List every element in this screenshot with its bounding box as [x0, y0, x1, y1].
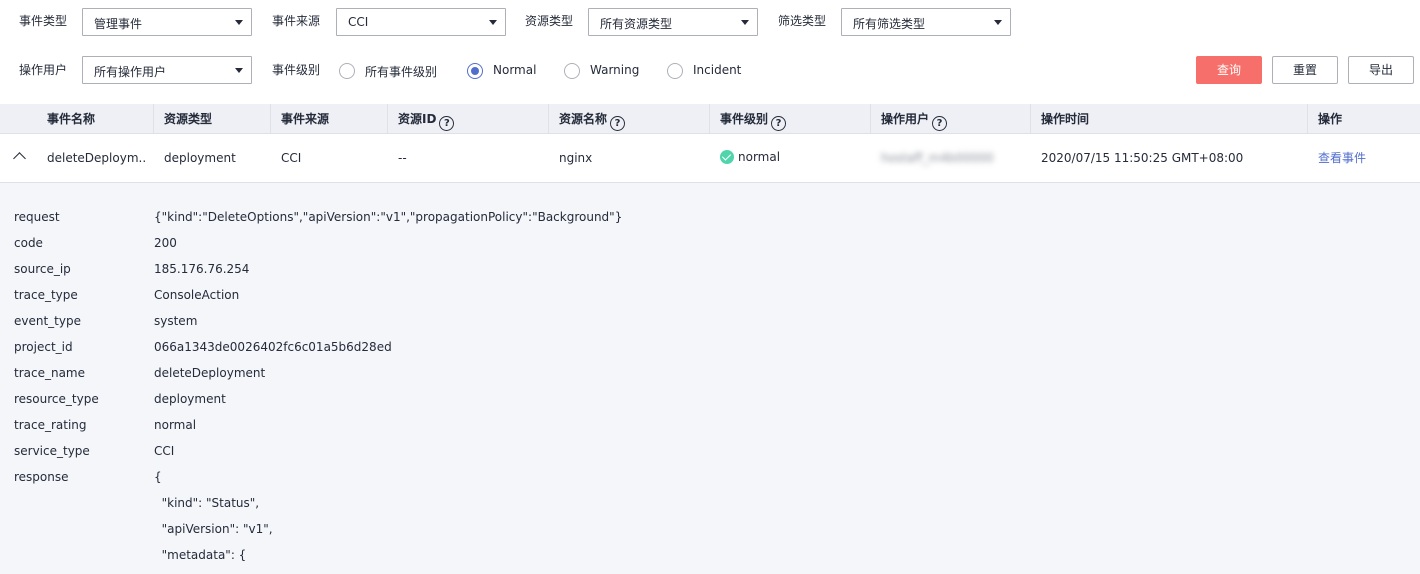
detail-value: ConsoleAction	[154, 288, 240, 302]
filter-type-select[interactable]: 所有筛选类型	[841, 8, 1011, 36]
detail-key: resource_type	[14, 392, 99, 406]
detail-value: deleteDeployment	[154, 366, 266, 380]
check-circle-icon	[720, 150, 734, 164]
cell-event-source: CCI	[281, 151, 302, 165]
detail-key: trace_rating	[14, 418, 87, 432]
event-source-value: CCI	[348, 15, 369, 29]
col-resource-id: 资源ID?	[387, 104, 548, 134]
event-type-select[interactable]: 管理事件	[82, 8, 252, 36]
export-button[interactable]: 导出	[1348, 56, 1414, 84]
col-time: 操作时间	[1030, 104, 1307, 134]
filter-type-value: 所有筛选类型	[853, 17, 926, 31]
chevron-down-icon	[741, 20, 749, 25]
detail-value: {"kind":"DeleteOptions","apiVersion":"v1…	[154, 210, 623, 224]
event-detail-panel: request {"kind":"DeleteOptions","apiVers…	[0, 183, 1420, 574]
level-label: 事件级别	[272, 63, 321, 77]
resource-type-label: 资源类型	[525, 14, 574, 28]
col-event-name: 事件名称	[47, 112, 96, 126]
col-resource-name: 资源名称?	[548, 104, 709, 134]
chevron-down-icon	[489, 20, 497, 25]
col-event-source: 事件来源	[270, 104, 387, 134]
help-icon[interactable]: ?	[610, 116, 626, 131]
chevron-down-icon	[235, 68, 243, 73]
level-text: normal	[738, 150, 781, 164]
response-line: "metadata": {	[154, 548, 247, 562]
radio-circle	[667, 63, 683, 79]
cell-time: 2020/07/15 11:50:25 GMT+08:00	[1041, 151, 1244, 165]
detail-value: CCI	[154, 444, 175, 458]
detail-value: deployment	[154, 392, 226, 406]
help-icon[interactable]: ?	[439, 116, 455, 131]
operator-label: 操作用户	[19, 63, 68, 77]
detail-value: 185.176.76.254	[154, 262, 250, 276]
col-level: 事件级别?	[709, 104, 870, 134]
col-resource-type: 资源类型	[153, 104, 270, 134]
detail-value: normal	[154, 418, 197, 432]
help-icon[interactable]: ?	[771, 116, 787, 131]
cell-resource-name: nginx	[559, 151, 593, 165]
radio-label: Incident	[693, 63, 742, 77]
cell-resource-id: --	[398, 151, 407, 165]
event-source-label: 事件来源	[272, 14, 321, 28]
detail-key: service_type	[14, 444, 90, 458]
chevron-down-icon	[235, 20, 243, 25]
operator-value: 所有操作用户	[94, 65, 167, 79]
response-line: "apiVersion": "v1",	[154, 522, 273, 536]
query-button[interactable]: 查询	[1196, 56, 1262, 84]
detail-key: code	[14, 236, 43, 250]
detail-key: project_id	[14, 340, 73, 354]
detail-value: 066a1343de0026402fc6c01a5b6d28ed	[154, 340, 392, 354]
event-type-value: 管理事件	[94, 17, 143, 31]
radio-label: 所有事件级别	[365, 65, 438, 79]
event-source-select[interactable]: CCI	[336, 8, 506, 36]
detail-key: request	[14, 210, 60, 224]
view-event-link[interactable]: 查看事件	[1318, 134, 1408, 183]
detail-key: source_ip	[14, 262, 71, 276]
radio-circle	[339, 63, 355, 79]
detail-key: event_type	[14, 314, 81, 328]
detail-key: trace_name	[14, 366, 86, 380]
event-type-label: 事件类型	[19, 14, 68, 28]
radio-label: Normal	[493, 63, 537, 77]
chevron-down-icon	[994, 20, 1002, 25]
cell-event-name: deleteDeploym...	[47, 151, 147, 165]
detail-value: 200	[154, 236, 177, 250]
reset-button[interactable]: 重置	[1272, 56, 1338, 84]
col-action: 操作	[1307, 104, 1420, 134]
operator-select[interactable]: 所有操作用户	[82, 56, 252, 84]
radio-circle	[467, 63, 483, 79]
chevron-up-icon[interactable]	[13, 152, 26, 165]
table-row: deleteDeploym... deployment CCI -- nginx…	[0, 134, 1420, 183]
cell-resource-type: deployment	[164, 151, 236, 165]
radio-label: Warning	[590, 63, 640, 77]
response-line: "kind": "Status",	[154, 496, 260, 510]
detail-value: system	[154, 314, 198, 328]
resource-type-value: 所有资源类型	[600, 17, 673, 31]
table-header: 事件名称 资源类型 事件来源 资源ID? 资源名称? 事件级别? 操作用户? 操…	[0, 104, 1420, 134]
cell-level: normal	[720, 134, 860, 183]
detail-key: trace_type	[14, 288, 78, 302]
radio-circle	[564, 63, 580, 79]
help-icon[interactable]: ?	[932, 116, 948, 131]
col-operator: 操作用户?	[870, 104, 1030, 134]
filter-type-label: 筛选类型	[778, 14, 827, 28]
detail-key: response	[14, 470, 69, 484]
cell-operator: hostaff_m4b00000	[881, 151, 994, 165]
resource-type-select[interactable]: 所有资源类型	[588, 8, 758, 36]
detail-value: {	[154, 470, 162, 484]
